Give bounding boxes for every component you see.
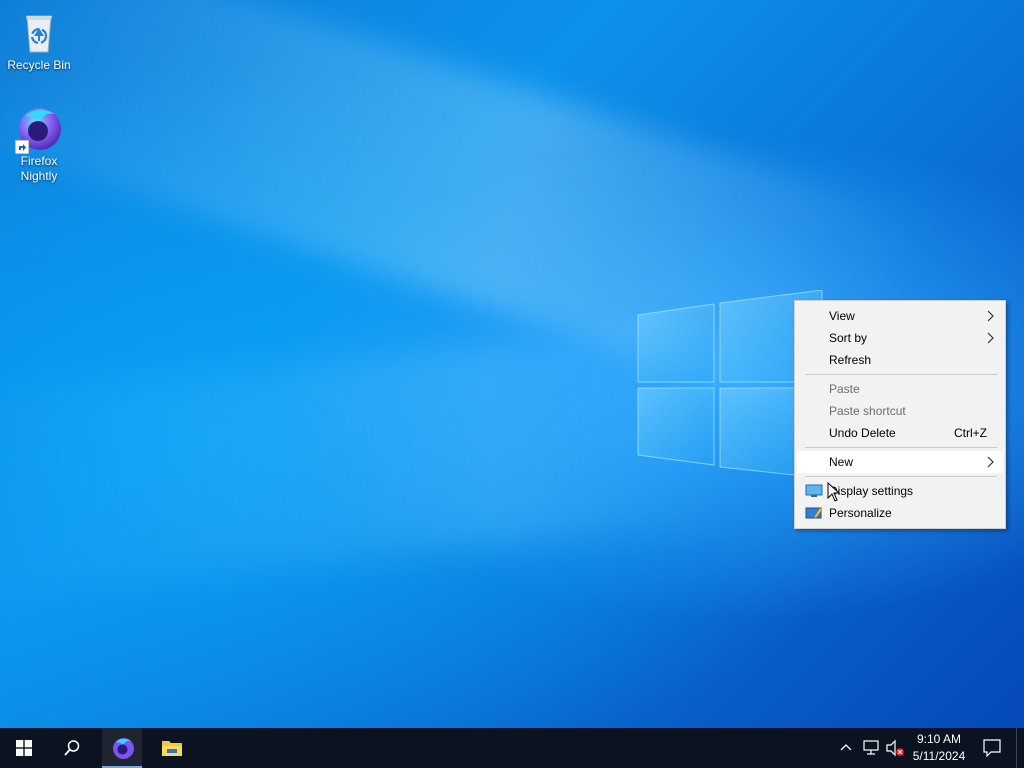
taskbar: 9:10 AM 5/11/2024 xyxy=(0,728,1024,768)
menu-item-label: View xyxy=(829,309,855,323)
menu-item-label: Undo Delete xyxy=(829,426,896,440)
menu-item-paste[interactable]: Paste xyxy=(797,378,1003,400)
recycle-bin-icon xyxy=(15,8,63,56)
file-explorer-icon xyxy=(162,741,182,756)
menu-item-shortcut: Ctrl+Z xyxy=(954,426,987,440)
chevron-right-icon xyxy=(987,332,994,344)
menu-separator xyxy=(805,447,997,448)
menu-item-new[interactable]: New xyxy=(797,451,1003,473)
search-button[interactable] xyxy=(48,728,96,768)
taskbar-firefox-nightly[interactable] xyxy=(102,728,142,768)
desktop-icon-label: Firefox Nightly xyxy=(20,154,58,183)
menu-item-undo-delete[interactable]: Undo Delete Ctrl+Z xyxy=(797,422,1003,444)
desktop-icon-firefox-nightly[interactable]: Firefox Nightly xyxy=(2,104,76,184)
menu-item-label: Paste shortcut xyxy=(829,404,906,418)
menu-item-sort-by[interactable]: Sort by xyxy=(797,327,1003,349)
chevron-up-icon[interactable] xyxy=(840,742,852,752)
firefox-nightly-icon xyxy=(15,104,63,154)
volume-muted-icon[interactable] xyxy=(885,739,905,757)
firefox-nightly-icon xyxy=(113,738,134,759)
menu-separator xyxy=(805,476,997,477)
menu-item-refresh[interactable]: Refresh xyxy=(797,349,1003,371)
desktop-context-menu: View Sort by Refresh Paste Paste shortcu… xyxy=(794,300,1006,529)
windows-start-icon xyxy=(16,740,32,756)
clock-time: 9:10 AM xyxy=(916,732,962,746)
desktop[interactable]: Recycle Bin Firefox Nightly View Sort by… xyxy=(0,0,1024,728)
mouse-cursor-icon xyxy=(827,482,841,502)
taskbar-file-explorer[interactable] xyxy=(150,728,194,768)
network-icon[interactable] xyxy=(862,740,880,756)
menu-item-label: New xyxy=(829,455,854,469)
menu-item-label: Paste xyxy=(829,382,860,396)
desktop-icon-label: Recycle Bin xyxy=(7,58,71,72)
chevron-right-icon xyxy=(987,456,994,468)
personalize-icon xyxy=(805,507,823,519)
display-settings-icon xyxy=(805,484,823,497)
start-button[interactable] xyxy=(0,728,48,768)
desktop-icon-recycle-bin[interactable]: Recycle Bin xyxy=(2,8,76,73)
action-center-icon xyxy=(983,739,1001,757)
chevron-right-icon xyxy=(987,310,994,322)
action-center-button[interactable] xyxy=(978,728,1008,768)
menu-item-label: Sort by xyxy=(829,331,868,345)
show-desktop-button[interactable] xyxy=(1016,728,1024,768)
menu-item-label: Personalize xyxy=(829,506,892,520)
menu-item-paste-shortcut[interactable]: Paste shortcut xyxy=(797,400,1003,422)
search-icon xyxy=(64,740,80,756)
clock[interactable]: 9:10 AM 5/11/2024 xyxy=(908,728,970,768)
menu-separator xyxy=(805,374,997,375)
menu-item-label: Display settings xyxy=(829,484,914,498)
menu-item-view[interactable]: View xyxy=(797,305,1003,327)
shortcut-arrow-icon xyxy=(15,140,29,154)
menu-item-label: Refresh xyxy=(829,353,872,367)
menu-item-personalize[interactable]: Personalize xyxy=(797,502,1003,524)
clock-date: 5/11/2024 xyxy=(912,749,966,763)
